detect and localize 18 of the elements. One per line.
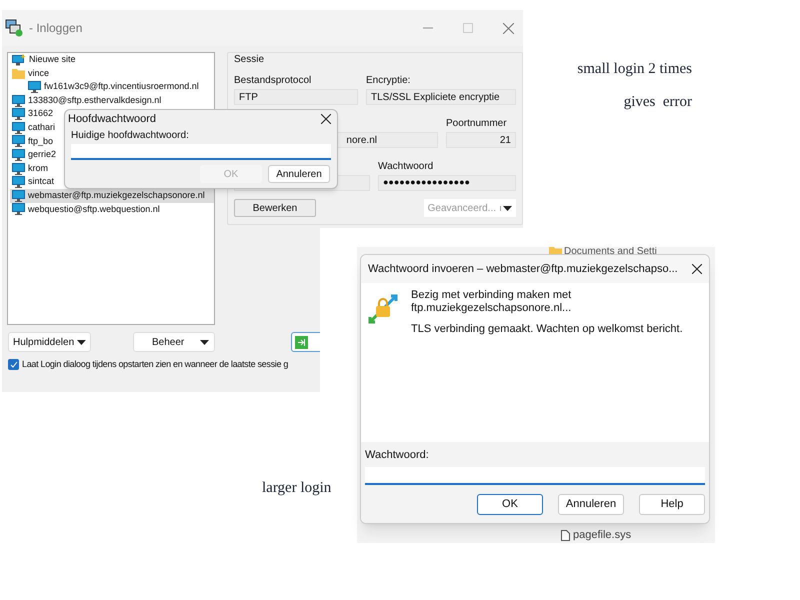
field-label: Wachtwoord: xyxy=(365,448,430,462)
dialog-title: Hoofdwachtwoord xyxy=(68,112,156,127)
annotation: larger login xyxy=(262,479,332,498)
group-title: Sessie xyxy=(234,54,266,66)
field-label: Encryptie: xyxy=(366,75,412,87)
checkbox-label: Laat Login dialoog tijdens opstarten zien en wanneer de laatste sessie g xyxy=(22,358,288,371)
dialog-title: Wachtwoord invoeren – webmaster@ftp.muziekgezelschapso... xyxy=(368,262,678,277)
field-label: Bestandsprotocol xyxy=(234,75,312,87)
file-name: Documents and Setti xyxy=(564,247,657,256)
field-label: Poortnummer xyxy=(446,118,508,130)
annotation: small login 2 times xyxy=(577,60,692,79)
annotation: gives error xyxy=(624,92,692,112)
file-name: pagefile.sys xyxy=(573,528,632,543)
field-label: Wachtwoord xyxy=(378,161,434,173)
status-message: TLS verbinding gemaakt. Wachten op welkomst bericht. xyxy=(411,322,684,337)
field-label: Huidige hoofdwachtwoord: xyxy=(70,130,190,142)
connection-message: Bezig met verbinding maken met ftp.muziekgezelschapsonore.nl... xyxy=(411,289,572,315)
window-title: - Inloggen xyxy=(29,20,82,37)
